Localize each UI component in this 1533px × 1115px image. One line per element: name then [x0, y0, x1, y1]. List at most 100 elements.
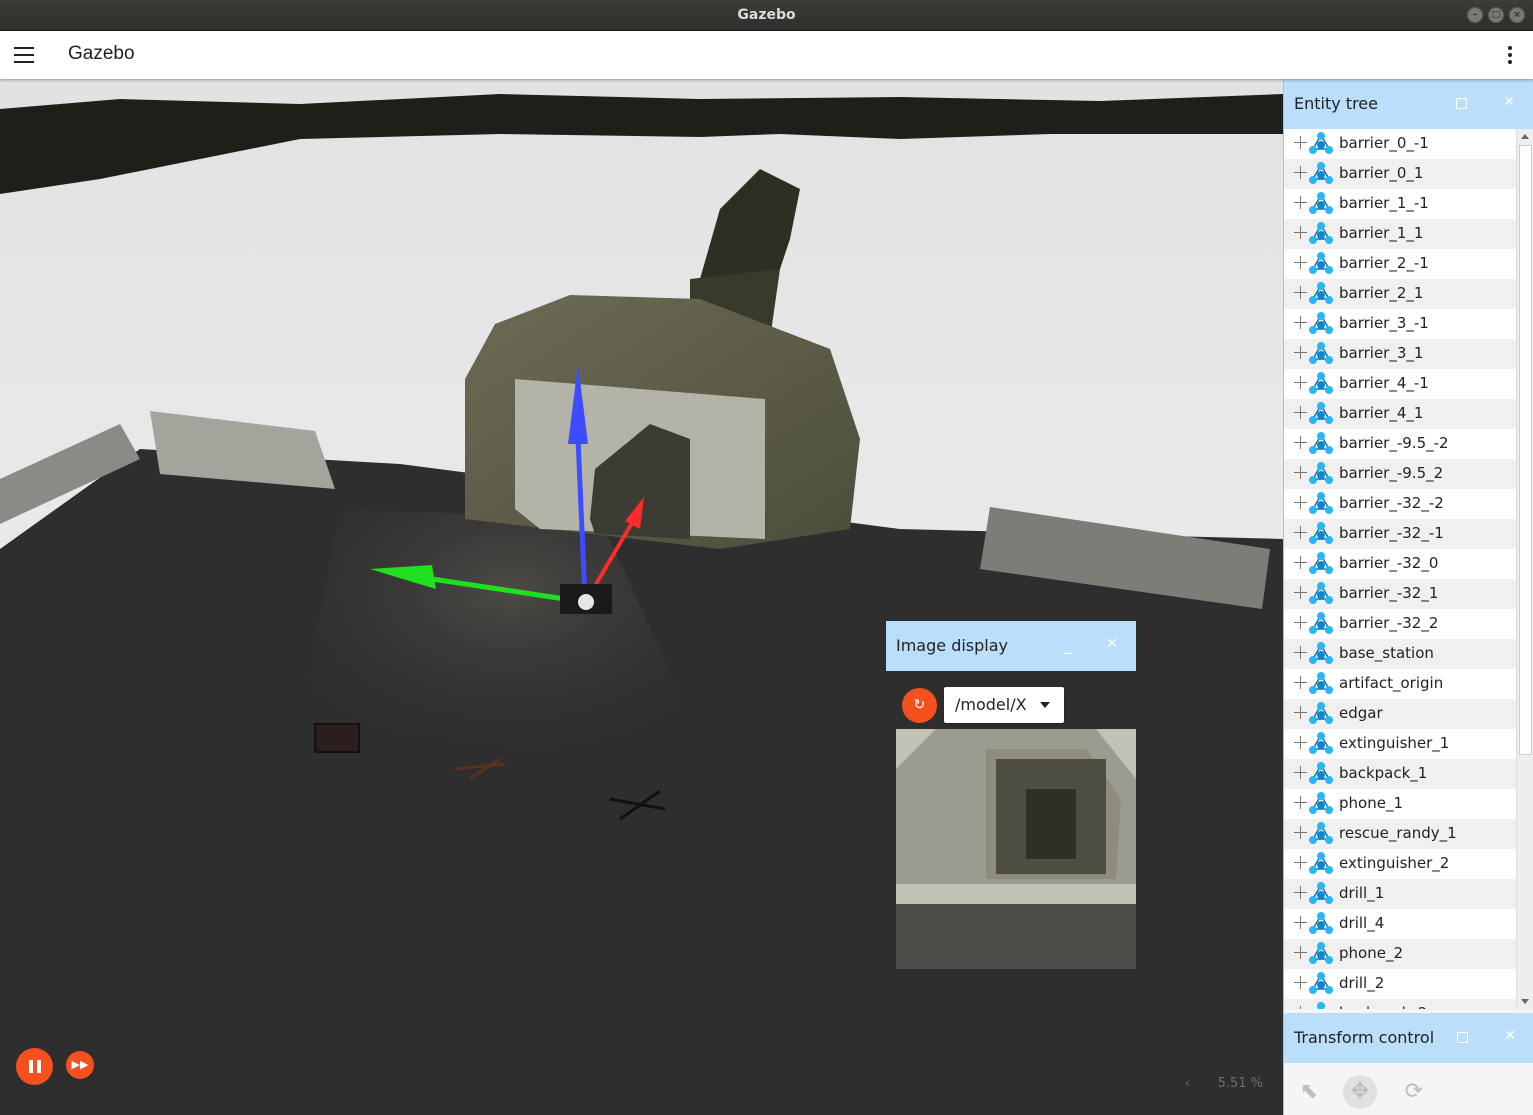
- tree-row[interactable]: barrier_1_-1: [1284, 189, 1516, 219]
- expand-icon[interactable]: [1294, 406, 1307, 419]
- tree-row[interactable]: backpack_1: [1284, 759, 1516, 789]
- tree-row[interactable]: barrier_-32_0: [1284, 549, 1516, 579]
- expand-icon[interactable]: [1294, 796, 1307, 809]
- expand-icon[interactable]: [1294, 916, 1307, 929]
- expand-icon[interactable]: [1294, 496, 1307, 509]
- expand-icon[interactable]: [1294, 946, 1307, 959]
- tree-row[interactable]: drill_1: [1284, 879, 1516, 909]
- tree-row[interactable]: barrier_3_-1: [1284, 309, 1516, 339]
- expand-icon[interactable]: [1294, 886, 1307, 899]
- expand-icon[interactable]: [1294, 226, 1307, 239]
- refresh-icon: ↻: [913, 697, 926, 713]
- expand-icon[interactable]: [1294, 676, 1307, 689]
- entity-tree-header[interactable]: Entity tree ✕: [1284, 79, 1533, 129]
- close-icon[interactable]: ✕: [1106, 636, 1118, 652]
- transform-control-panel: Transform control ✕ ⬉ ✥ ⟳: [1284, 1013, 1533, 1115]
- tree-row[interactable]: barrier_4_1: [1284, 399, 1516, 429]
- rotate-tool-icon[interactable]: ⟳: [1397, 1075, 1431, 1109]
- tree-row[interactable]: edgar: [1284, 699, 1516, 729]
- entity-tree-scrollbar[interactable]: [1516, 129, 1533, 1009]
- pause-button[interactable]: [16, 1048, 53, 1085]
- tree-row[interactable]: barrier_-9.5_2: [1284, 459, 1516, 489]
- expand-icon[interactable]: [1294, 526, 1307, 539]
- expand-icon[interactable]: [1294, 826, 1307, 839]
- tree-row[interactable]: barrier_-9.5_-2: [1284, 429, 1516, 459]
- tree-row[interactable]: barrier_4_-1: [1284, 369, 1516, 399]
- tree-row[interactable]: extinguisher_1: [1284, 729, 1516, 759]
- expand-icon[interactable]: [1294, 136, 1307, 149]
- tree-row[interactable]: barrier_0_1: [1284, 159, 1516, 189]
- expand-icon[interactable]: [1294, 436, 1307, 449]
- tree-row[interactable]: barrier_-32_2: [1284, 609, 1516, 639]
- minimize-icon[interactable]: _: [1064, 635, 1072, 654]
- tree-row-label: drill_1: [1339, 884, 1385, 902]
- expand-icon[interactable]: [1294, 766, 1307, 779]
- expand-icon[interactable]: [1294, 376, 1307, 389]
- tree-row[interactable]: barrier_2_-1: [1284, 249, 1516, 279]
- model-icon: [1308, 431, 1334, 457]
- tree-row-label: barrier_-32_-2: [1339, 494, 1444, 512]
- step-forward-button[interactable]: ▶▶: [66, 1051, 94, 1079]
- refresh-button[interactable]: ↻: [902, 688, 937, 723]
- window-close-button[interactable]: ×: [1509, 7, 1525, 23]
- scroll-down-icon[interactable]: [1521, 999, 1529, 1004]
- tree-row-label: phone_2: [1339, 944, 1403, 962]
- model-icon: [1308, 641, 1334, 667]
- expand-icon[interactable]: [1294, 646, 1307, 659]
- tree-row-label: drill_4: [1339, 914, 1385, 932]
- translate-tool-icon[interactable]: ✥: [1343, 1075, 1377, 1109]
- select-tool-icon[interactable]: ⬉: [1292, 1075, 1326, 1109]
- expand-icon[interactable]: [1294, 196, 1307, 209]
- more-vert-icon[interactable]: [1507, 46, 1513, 66]
- tree-row[interactable]: drill_4: [1284, 909, 1516, 939]
- expand-icon[interactable]: [1294, 256, 1307, 269]
- hamburger-menu-icon[interactable]: [14, 47, 34, 63]
- tree-row[interactable]: base_station: [1284, 639, 1516, 669]
- window-maximize-button[interactable]: □: [1488, 7, 1504, 23]
- maximize-icon[interactable]: [1457, 1032, 1468, 1043]
- tree-row-label: barrier_0_-1: [1339, 134, 1429, 152]
- tree-row[interactable]: barrier_-32_1: [1284, 579, 1516, 609]
- scroll-thumb[interactable]: [1519, 145, 1532, 755]
- expand-icon[interactable]: [1294, 736, 1307, 749]
- tree-row[interactable]: barrier_-32_-1: [1284, 519, 1516, 549]
- expand-icon[interactable]: [1294, 556, 1307, 569]
- image-display-header[interactable]: Image display _ ✕: [886, 621, 1136, 671]
- expand-icon[interactable]: [1294, 586, 1307, 599]
- expand-icon[interactable]: [1294, 1006, 1307, 1009]
- tree-row[interactable]: phone_1: [1284, 789, 1516, 819]
- rtf-arrow-icon[interactable]: ‹: [1185, 1076, 1190, 1091]
- tree-row[interactable]: barrier_2_1: [1284, 279, 1516, 309]
- tree-row[interactable]: barrier_0_-1: [1284, 129, 1516, 159]
- maximize-icon[interactable]: [1456, 98, 1467, 109]
- tree-row[interactable]: extinguisher_2: [1284, 849, 1516, 879]
- tree-row-label: barrier_-32_1: [1339, 584, 1439, 602]
- camera-image: [896, 729, 1136, 969]
- expand-icon[interactable]: [1294, 856, 1307, 869]
- tree-row-label: barrier_-32_2: [1339, 614, 1439, 632]
- transform-control-header[interactable]: Transform control ✕: [1284, 1013, 1533, 1063]
- tree-row[interactable]: rescue_randy_1: [1284, 819, 1516, 849]
- tree-row[interactable]: barrier_1_1: [1284, 219, 1516, 249]
- model-icon: [1308, 911, 1334, 937]
- topic-select[interactable]: /model/X: [944, 687, 1064, 723]
- expand-icon[interactable]: [1294, 346, 1307, 359]
- tree-row[interactable]: barrier_-32_-2: [1284, 489, 1516, 519]
- model-icon: [1308, 791, 1334, 817]
- tree-row[interactable]: phone_2: [1284, 939, 1516, 969]
- expand-icon[interactable]: [1294, 316, 1307, 329]
- tree-row[interactable]: artifact_origin: [1284, 669, 1516, 699]
- tree-row[interactable]: drill_2: [1284, 969, 1516, 999]
- expand-icon[interactable]: [1294, 466, 1307, 479]
- tree-row[interactable]: barrier_3_1: [1284, 339, 1516, 369]
- expand-icon[interactable]: [1294, 616, 1307, 629]
- expand-icon[interactable]: [1294, 706, 1307, 719]
- close-icon[interactable]: ✕: [1504, 1028, 1516, 1044]
- expand-icon[interactable]: [1294, 286, 1307, 299]
- expand-icon[interactable]: [1294, 166, 1307, 179]
- tree-row[interactable]: backpack_2: [1284, 999, 1516, 1009]
- close-icon[interactable]: ✕: [1503, 94, 1515, 110]
- window-minimize-button[interactable]: –: [1467, 7, 1483, 23]
- expand-icon[interactable]: [1294, 976, 1307, 989]
- scroll-up-icon[interactable]: [1521, 134, 1529, 139]
